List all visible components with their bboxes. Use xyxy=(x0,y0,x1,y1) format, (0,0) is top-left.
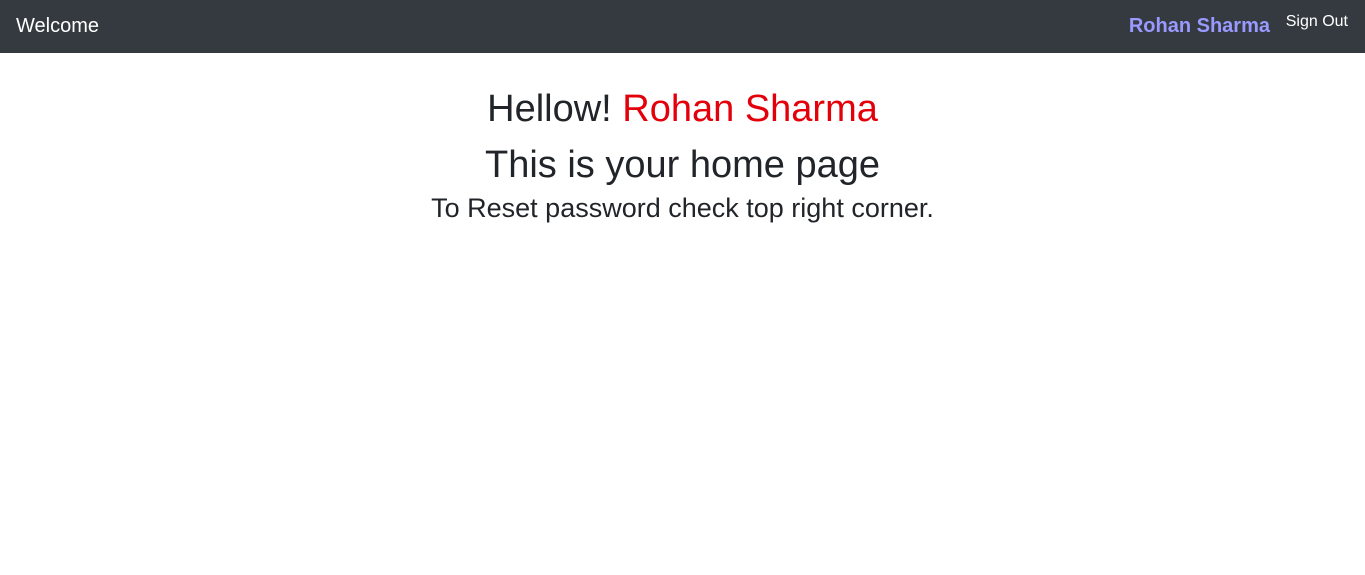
reset-password-hint: To Reset password check top right corner… xyxy=(431,193,934,223)
top-navbar: Welcome Rohan Sharma Sign Out xyxy=(0,0,1365,53)
greeting-heading: Hellow! Rohan Sharma xyxy=(0,85,1365,133)
user-name-label[interactable]: Rohan Sharma xyxy=(1129,13,1270,39)
greeting-user-name: Rohan Sharma xyxy=(622,88,878,130)
sign-out-button[interactable]: Sign Out xyxy=(1286,12,1348,32)
main-content: Hellow! Rohan Sharma This is your home p… xyxy=(0,85,1365,225)
home-page-heading: This is your home page xyxy=(485,144,880,186)
navbar-brand[interactable]: Welcome xyxy=(16,13,99,39)
greeting-prefix: Hellow! xyxy=(487,88,623,130)
